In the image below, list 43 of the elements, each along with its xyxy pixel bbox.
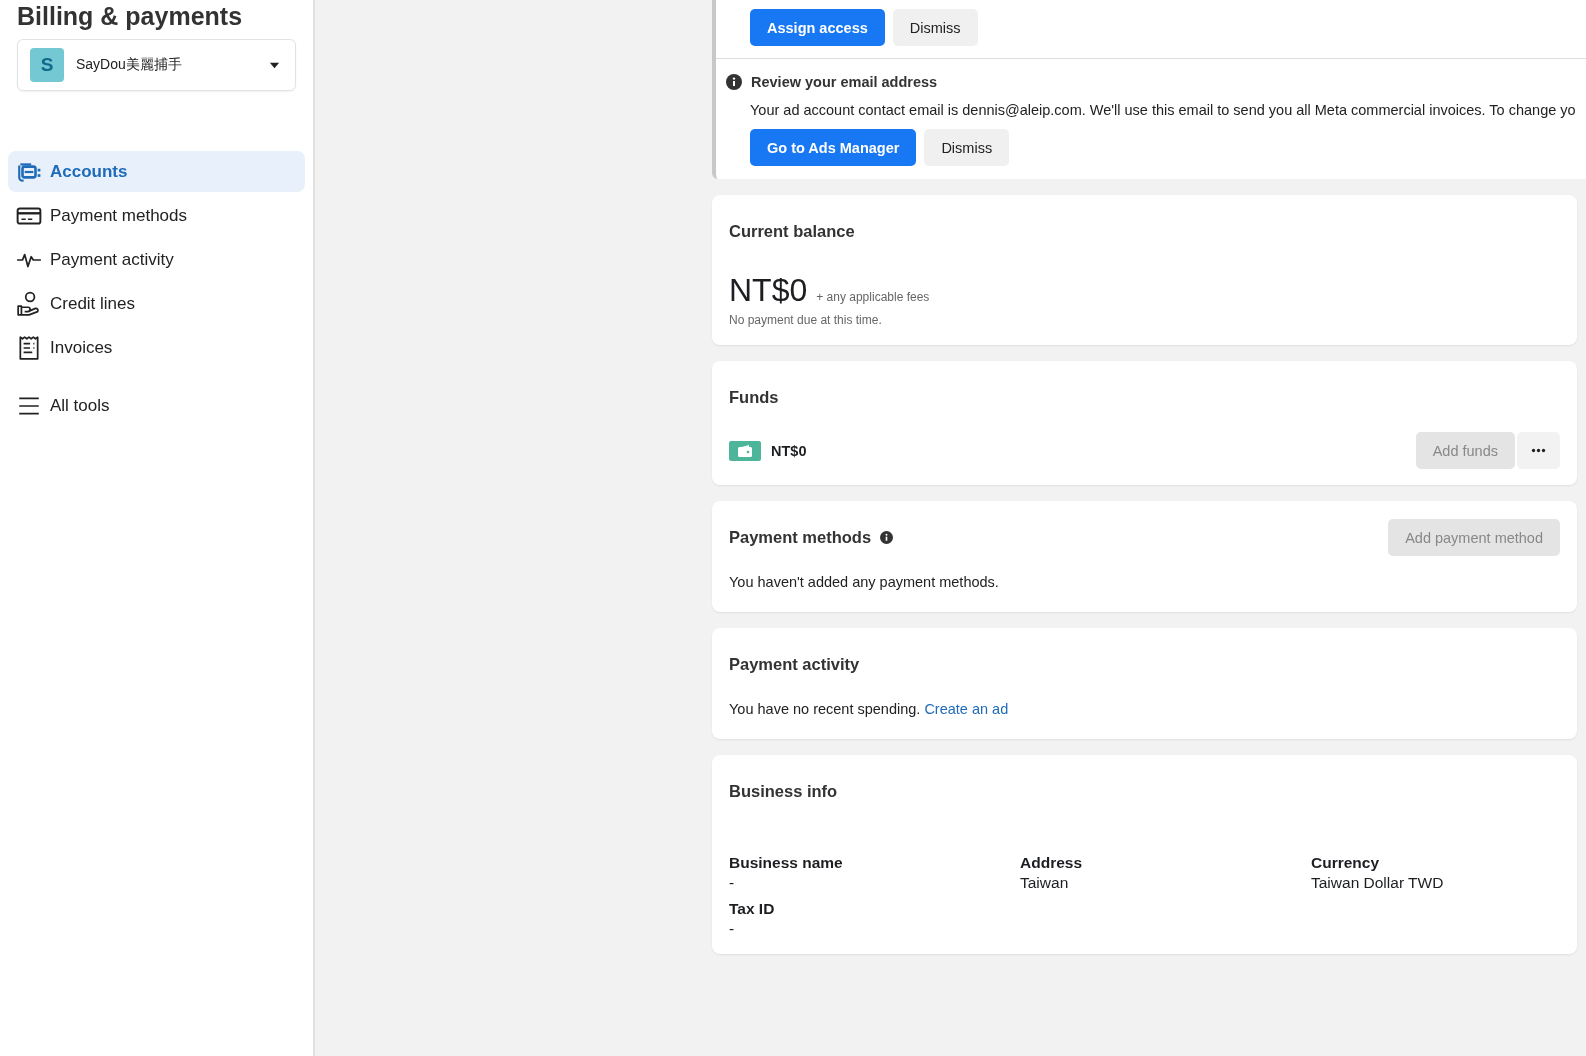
- button[interactable]: Dismiss: [924, 129, 1010, 166]
- card-title: Payment activity: [729, 655, 860, 674]
- nav-item[interactable]: Accounts: [8, 151, 305, 192]
- card-title: Funds: [729, 388, 779, 407]
- nav-item[interactable]: Payment activity: [8, 239, 305, 280]
- page-title: Billing & payments: [17, 2, 244, 31]
- create-ad-link[interactable]: Create an ad: [924, 701, 1009, 717]
- nav-item[interactable]: Invoices: [8, 327, 305, 368]
- field-label: Currency: [1311, 854, 1381, 872]
- nav-item[interactable]: All tools: [8, 385, 305, 426]
- account-selector[interactable]: S SayDou美麗捕手: [17, 39, 296, 91]
- funds-amount: NT$0: [771, 442, 807, 459]
- card-title: Payment methods: [729, 528, 872, 547]
- field-label: Address: [1020, 854, 1084, 872]
- button[interactable]: Go to Ads Manager: [750, 129, 917, 166]
- fees-note: + any applicable fees: [816, 290, 930, 304]
- nav-item[interactable]: Credit lines: [8, 283, 305, 324]
- account-avatar: S: [30, 48, 64, 82]
- info-icon: [726, 74, 742, 90]
- field-value: Taiwan Dollar TWD: [1311, 874, 1445, 892]
- account-name: SayDou美麗捕手: [76, 56, 183, 74]
- empty-message: You haven't added any payment methods.: [729, 574, 1000, 590]
- field-value: -: [729, 874, 736, 892]
- card-title: Business info: [729, 782, 838, 801]
- button[interactable]: Assign access: [750, 9, 885, 46]
- field-label: Business name: [729, 854, 844, 872]
- notice-text: Your ad account contact email is dennis@aleip.com. We'll use this email to send you all Meta commercial invoices. To change yo: [750, 102, 1577, 118]
- balance-amount: NT$0: [729, 272, 808, 309]
- button[interactable]: Dismiss: [892, 9, 978, 46]
- card-title: Current balance: [729, 222, 855, 241]
- notice-title: Review your email address: [751, 74, 938, 90]
- field-label: Tax ID: [729, 900, 776, 918]
- coin-hand-icon: [16, 290, 42, 317]
- nav-item[interactable]: Payment methods: [8, 195, 305, 236]
- wallet-icon: [729, 440, 761, 461]
- field-value: Taiwan: [1020, 874, 1070, 892]
- field-value: -: [729, 920, 736, 938]
- receipt-icon: [16, 334, 42, 361]
- more-icon: [1531, 448, 1546, 453]
- activity-message: You have no recent spending. Create an ad: [729, 701, 1010, 717]
- more-button[interactable]: [1517, 432, 1560, 469]
- info-icon: [880, 531, 894, 544]
- balance-note: No payment due at this time.: [729, 313, 883, 327]
